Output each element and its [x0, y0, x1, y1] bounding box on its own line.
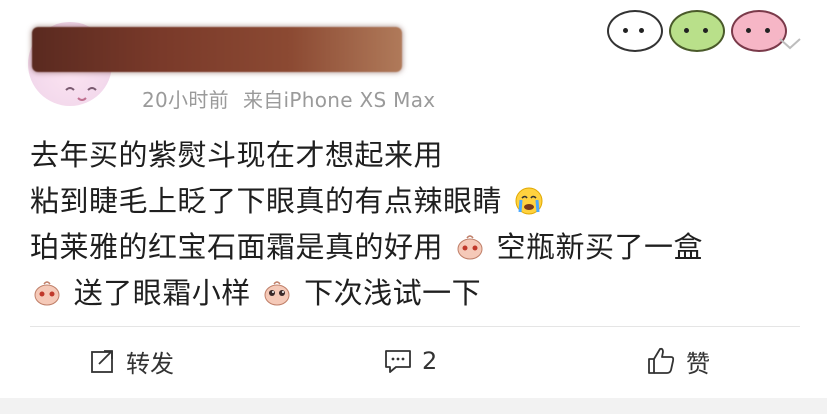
post-text: 珀莱雅的红宝石面霜是真的好用: [30, 230, 444, 264]
repost-label: 转发: [126, 349, 174, 378]
post-line-1: 去年买的紫熨斗现在才想起来用: [30, 132, 800, 178]
bottom-separator: [0, 398, 827, 414]
like-button[interactable]: 赞: [646, 338, 710, 384]
post-text: 送了眼霜小样: [73, 276, 251, 310]
post-text: 粘到睫毛上眨了下眼真的有点辣眼睛: [30, 184, 503, 218]
sticker-badges: [607, 10, 787, 52]
chevron-down-icon[interactable]: [776, 33, 804, 53]
chick-sticker-icon[interactable]: [607, 10, 663, 52]
comment-count: 2: [422, 347, 438, 375]
divider: [30, 326, 800, 327]
post-line-2: 粘到睫毛上眨了下眼真的有点辣眼睛: [30, 178, 800, 224]
post-meta: 20小时前 来自iPhone XS Max: [142, 84, 449, 113]
post-text: 去年买的紫熨斗现在才想起来用: [30, 138, 444, 172]
post-text: 下次浅试一下: [304, 276, 482, 310]
share-arrow-icon: [91, 350, 113, 373]
post-time: 20小时前: [142, 88, 229, 112]
post-line-3: 珀莱雅的红宝石面霜是真的好用 空瓶新买了一盒: [30, 224, 800, 270]
post-text: 空瓶新买了一盒: [496, 230, 703, 264]
pink-character-emoji-icon: [34, 281, 60, 306]
comment-button[interactable]: 2: [384, 338, 437, 384]
post-content: 去年买的紫熨斗现在才想起来用 粘到睫毛上眨了下眼真的有点辣眼睛 珀莱雅的红宝石面…: [30, 132, 800, 316]
pink-character-emoji-icon: [457, 235, 483, 260]
thumbs-up-icon: [648, 347, 675, 374]
avatar-face-icon: [65, 87, 97, 101]
action-bar: 转发 2 赞: [0, 338, 827, 384]
crying-face-emoji-icon: [515, 187, 543, 215]
redacted-username: [32, 27, 402, 72]
frog-sticker-icon[interactable]: [669, 10, 725, 52]
post-source: 来自iPhone XS Max: [242, 88, 436, 112]
pink-character-pleading-emoji-icon: [264, 281, 290, 306]
post-line-4: 送了眼霜小样 下次浅试一下: [30, 270, 800, 316]
comment-icon: [385, 350, 411, 373]
like-label: 赞: [686, 349, 710, 378]
repost-button[interactable]: 转发: [90, 338, 174, 384]
